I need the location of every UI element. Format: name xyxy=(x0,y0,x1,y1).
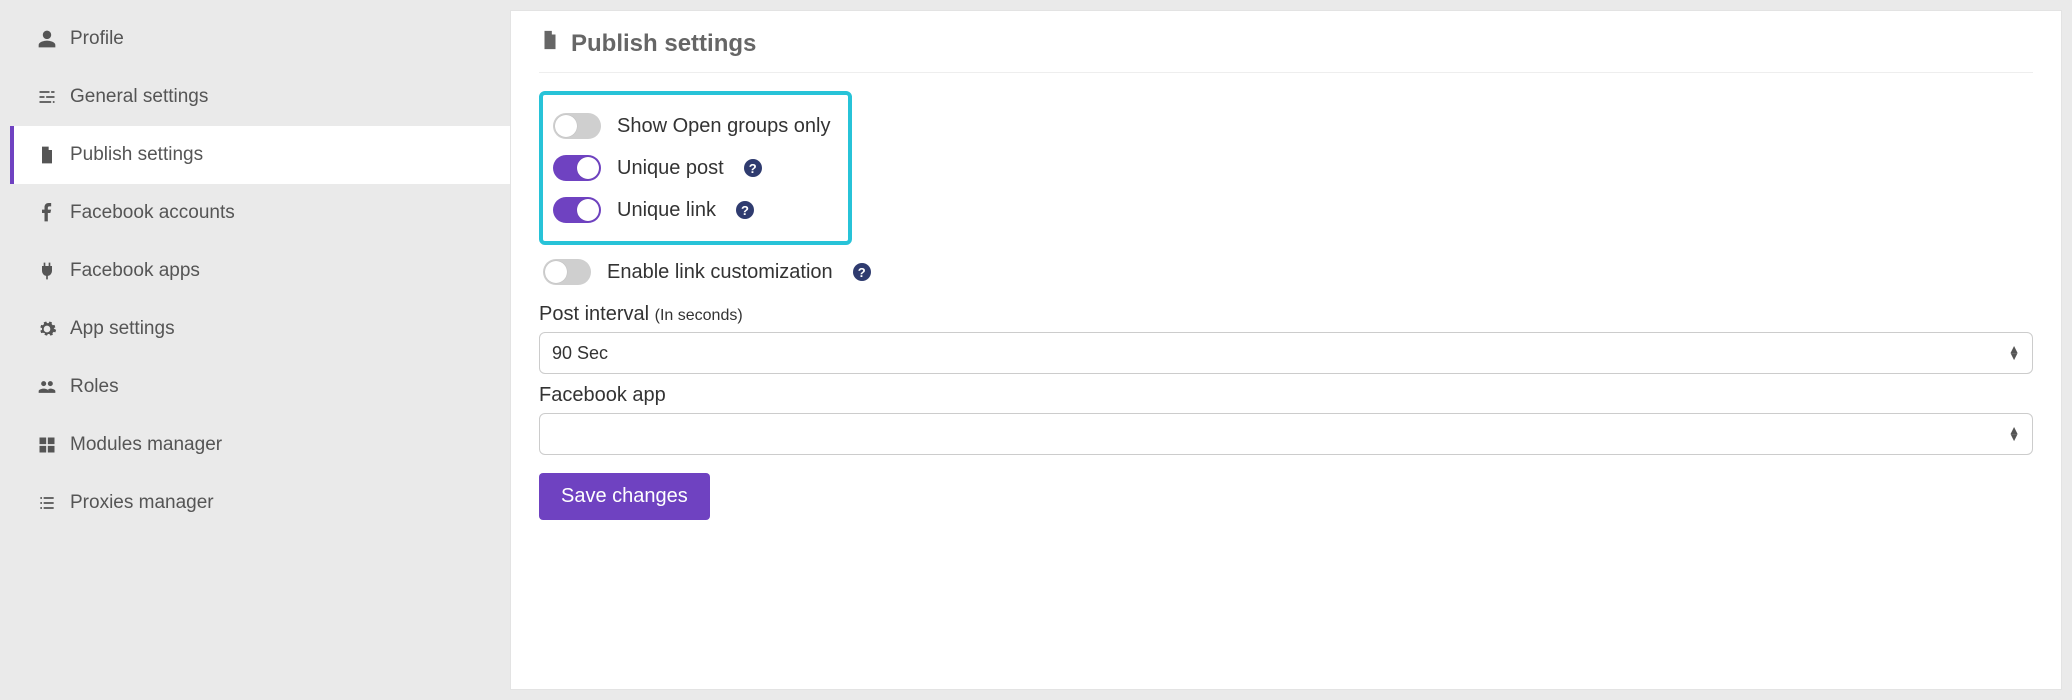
facebook-icon xyxy=(36,203,58,223)
toggle-unique-link[interactable] xyxy=(553,197,601,223)
sidebar-item-label: Facebook apps xyxy=(70,260,200,282)
toggle-label: Unique post xyxy=(617,157,724,180)
toggle-row-unique-post: Unique post ? xyxy=(549,147,834,189)
label-text: Post interval xyxy=(539,303,649,325)
chevron-updown-icon: ▲▼ xyxy=(2008,346,2020,360)
sidebar-item-publish-settings[interactable]: Publish settings xyxy=(10,126,510,184)
sidebar-item-modules-manager[interactable]: Modules manager xyxy=(10,416,510,474)
chevron-updown-icon: ▲▼ xyxy=(2008,427,2020,441)
grid-icon xyxy=(36,435,58,455)
page-title-text: Publish settings xyxy=(571,30,756,58)
sidebar-item-label: Publish settings xyxy=(70,144,203,166)
list-icon xyxy=(36,493,58,513)
post-interval-select[interactable]: 90 Sec ▲▼ xyxy=(539,332,2033,374)
main-panel: Publish settings Show Open groups only U… xyxy=(510,10,2062,690)
sidebar-item-label: App settings xyxy=(70,318,175,340)
sidebar-item-label: Roles xyxy=(70,376,119,398)
select-value: 90 Sec xyxy=(552,343,608,364)
sidebar-item-facebook-accounts[interactable]: Facebook accounts xyxy=(10,184,510,242)
cogs-icon xyxy=(36,319,58,339)
toggle-row-unique-link: Unique link ? xyxy=(549,189,834,231)
toggle-label: Unique link xyxy=(617,199,716,222)
post-interval-label: Post interval (In seconds) xyxy=(539,303,2033,326)
sidebar-item-profile[interactable]: Profile xyxy=(10,10,510,68)
sidebar-item-label: Modules manager xyxy=(70,434,222,456)
user-icon xyxy=(36,29,58,49)
toggle-label: Show Open groups only xyxy=(617,115,830,138)
toggle-show-open-groups[interactable] xyxy=(553,113,601,139)
sliders-icon xyxy=(36,87,58,107)
file-icon xyxy=(539,29,561,58)
sidebar-item-label: Proxies manager xyxy=(70,492,214,514)
sidebar-item-general-settings[interactable]: General settings xyxy=(10,68,510,126)
toggle-row-show-open-groups: Show Open groups only xyxy=(549,105,834,147)
sidebar-item-label: Profile xyxy=(70,28,124,50)
sidebar-item-label: General settings xyxy=(70,86,208,108)
sidebar-item-facebook-apps[interactable]: Facebook apps xyxy=(10,242,510,300)
plug-icon xyxy=(36,261,58,281)
label-sub: (In seconds) xyxy=(655,307,743,324)
facebook-app-label: Facebook app xyxy=(539,384,2033,407)
help-icon[interactable]: ? xyxy=(736,201,754,219)
toggle-label: Enable link customization xyxy=(607,261,833,284)
toggle-enable-link-customization[interactable] xyxy=(543,259,591,285)
save-button[interactable]: Save changes xyxy=(539,473,710,520)
file-icon xyxy=(36,145,58,165)
sidebar-item-proxies-manager[interactable]: Proxies manager xyxy=(10,474,510,532)
users-icon xyxy=(36,377,58,397)
sidebar-item-roles[interactable]: Roles xyxy=(10,358,510,416)
page-title: Publish settings xyxy=(539,29,2033,73)
highlight-box: Show Open groups only Unique post ? Uniq… xyxy=(539,91,852,245)
label-text: Facebook app xyxy=(539,384,666,406)
help-icon[interactable]: ? xyxy=(744,159,762,177)
help-icon[interactable]: ? xyxy=(853,263,871,281)
toggle-unique-post[interactable] xyxy=(553,155,601,181)
sidebar-item-label: Facebook accounts xyxy=(70,202,235,224)
sidebar: Profile General settings Publish setting… xyxy=(10,10,510,690)
sidebar-item-app-settings[interactable]: App settings xyxy=(10,300,510,358)
facebook-app-select[interactable]: ▲▼ xyxy=(539,413,2033,455)
toggle-row-enable-link-customization: Enable link customization ? xyxy=(539,251,2033,293)
